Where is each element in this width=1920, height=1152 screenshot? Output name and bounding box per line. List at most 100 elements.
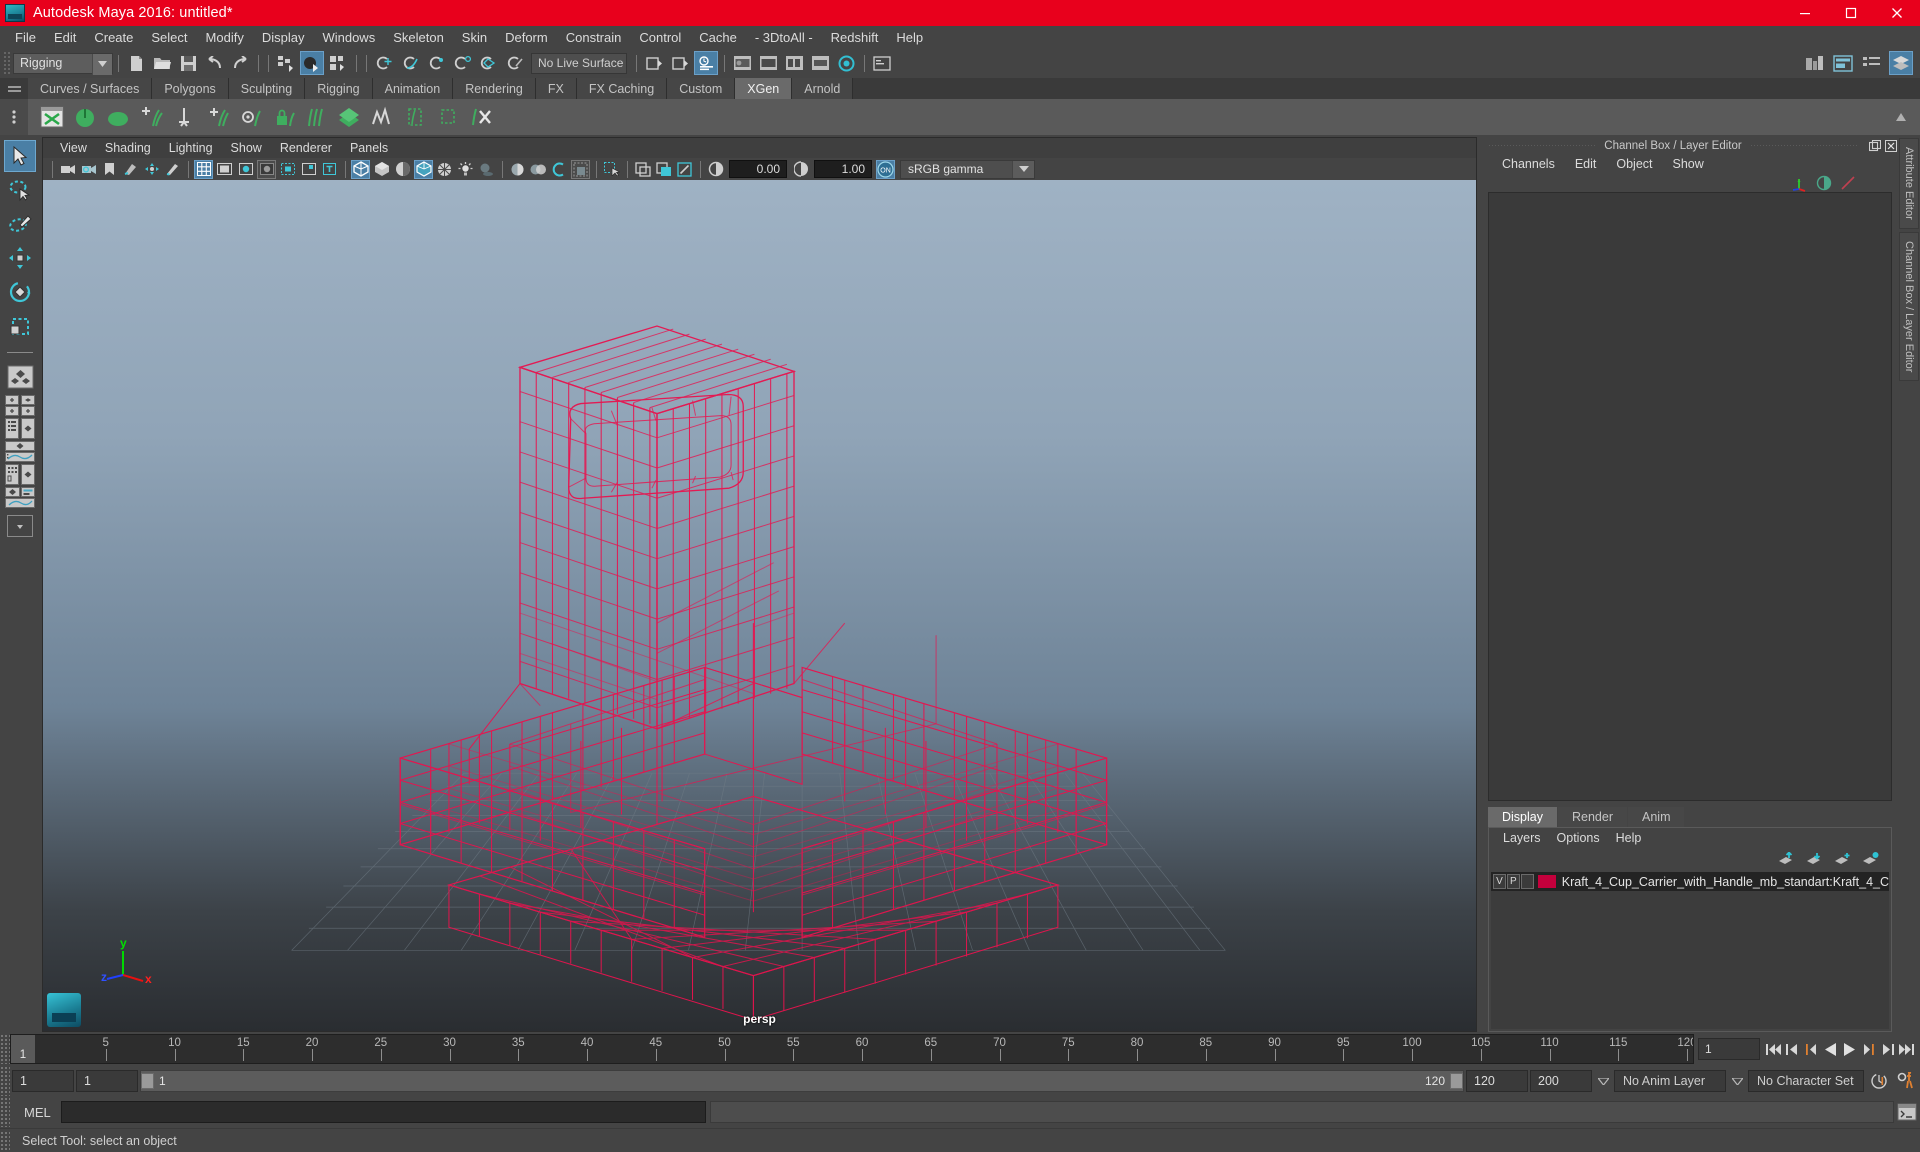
menu-constrain[interactable]: Constrain bbox=[557, 26, 631, 48]
shadows-icon[interactable] bbox=[477, 160, 496, 179]
image-plane-icon[interactable] bbox=[121, 160, 140, 179]
playback-start-time-field[interactable]: 1 bbox=[76, 1070, 138, 1092]
create-empty-layer-icon[interactable] bbox=[1834, 852, 1851, 866]
xgen-region-icon[interactable] bbox=[400, 102, 430, 132]
layout-persp-outliner-graph-icon[interactable] bbox=[3, 487, 37, 508]
snap-to-projected-center-icon[interactable] bbox=[450, 51, 474, 75]
time-slider-current-frame-marker[interactable]: 1 bbox=[11, 1035, 35, 1063]
transform-manipulator-icon[interactable] bbox=[1791, 175, 1808, 192]
layout-persp-graph-icon[interactable] bbox=[3, 441, 37, 462]
layer-playback-toggle[interactable]: P bbox=[1506, 874, 1520, 889]
close-panel-icon[interactable] bbox=[1884, 139, 1898, 153]
hide-history-icon[interactable] bbox=[668, 51, 692, 75]
use-all-lights-icon[interactable] bbox=[456, 160, 475, 179]
step-forward-button[interactable] bbox=[1879, 1038, 1896, 1060]
camera-attributes-icon[interactable] bbox=[79, 160, 98, 179]
maximize-button[interactable] bbox=[1828, 0, 1874, 26]
xgen-sphere-icon[interactable] bbox=[103, 102, 133, 132]
text-overlay-icon[interactable] bbox=[320, 160, 339, 179]
layer-list[interactable]: V P Kraft_4_Cup_Carrier_with_Handle_mb_s… bbox=[1491, 872, 1889, 1029]
shelf-tab-rigging[interactable]: Rigging bbox=[305, 78, 373, 99]
menu-create[interactable]: Create bbox=[85, 26, 142, 48]
snap-to-curve-icon[interactable] bbox=[398, 51, 422, 75]
layout-hypershade-persp-icon[interactable] bbox=[3, 464, 37, 485]
gamma-field[interactable]: 1.00 bbox=[814, 160, 872, 178]
channel-box-menu-object[interactable]: Object bbox=[1606, 154, 1662, 174]
side-tab-channel-box-layer-editor[interactable]: Channel Box / Layer Editor bbox=[1899, 231, 1919, 382]
occlusion-icon[interactable] bbox=[508, 160, 527, 179]
tool-rotate[interactable] bbox=[4, 276, 36, 308]
show-hide-tool-settings-icon[interactable] bbox=[1860, 51, 1884, 75]
menu-windows[interactable]: Windows bbox=[313, 26, 384, 48]
status-line-grip[interactable] bbox=[3, 51, 10, 75]
show-hide-modeling-toolkit-icon[interactable] bbox=[1802, 51, 1826, 75]
go-to-end-button[interactable] bbox=[1898, 1038, 1915, 1060]
exposure-reset-icon[interactable] bbox=[706, 160, 725, 179]
anti-aliasing-icon[interactable] bbox=[550, 160, 569, 179]
tool-move[interactable] bbox=[4, 242, 36, 274]
anim-layer-selector[interactable]: No Anim Layer bbox=[1614, 1070, 1726, 1092]
layer-menu-layers[interactable]: Layers bbox=[1495, 828, 1549, 848]
menu-3dtoall[interactable]: - 3DtoAll - bbox=[746, 26, 822, 48]
shelf-tab-arnold[interactable]: Arnold bbox=[792, 78, 854, 99]
shelf-tab-fx[interactable]: FX bbox=[535, 78, 577, 99]
anim-layer-dropdown-arrow[interactable] bbox=[1594, 1070, 1612, 1092]
xgen-editor-icon[interactable] bbox=[37, 102, 67, 132]
playback-end-time-field[interactable]: 120 bbox=[1466, 1070, 1528, 1092]
minimize-button[interactable] bbox=[1782, 0, 1828, 26]
current-frame-field[interactable]: 1 bbox=[1698, 1038, 1760, 1060]
undo-icon[interactable] bbox=[202, 51, 226, 75]
range-slider-grip[interactable] bbox=[0, 1066, 10, 1096]
new-scene-icon[interactable] bbox=[124, 51, 148, 75]
layout-outliner-persp-icon[interactable] bbox=[3, 418, 37, 439]
shelf-tab-rendering[interactable]: Rendering bbox=[453, 78, 536, 99]
tool-paint-select[interactable] bbox=[4, 208, 36, 240]
move-layer-up-icon[interactable] bbox=[1778, 852, 1795, 866]
viewport-menu-panels[interactable]: Panels bbox=[341, 138, 397, 158]
tool-lasso-select[interactable] bbox=[4, 174, 36, 206]
layer-menu-options[interactable]: Options bbox=[1549, 828, 1608, 848]
menu-help[interactable]: Help bbox=[887, 26, 932, 48]
layer-tab-anim[interactable]: Anim bbox=[1628, 807, 1685, 827]
show-hide-attribute-editor-icon[interactable] bbox=[1831, 51, 1855, 75]
xgen-density-icon[interactable] bbox=[301, 102, 331, 132]
animation-preferences-icon[interactable] bbox=[1894, 1069, 1920, 1093]
menu-modify[interactable]: Modify bbox=[197, 26, 253, 48]
grid-toggle-icon[interactable] bbox=[194, 159, 213, 179]
film-gate-icon[interactable] bbox=[215, 160, 234, 179]
create-layer-from-selected-icon[interactable] bbox=[1862, 852, 1879, 866]
close-button[interactable] bbox=[1874, 0, 1920, 26]
shelf-options-icon[interactable] bbox=[0, 99, 28, 135]
layer-row[interactable]: V P Kraft_4_Cup_Carrier_with_Handle_mb_s… bbox=[1491, 872, 1889, 891]
shelf-tab-animation[interactable]: Animation bbox=[372, 78, 454, 99]
menu-select[interactable]: Select bbox=[142, 26, 196, 48]
tool-select[interactable] bbox=[4, 140, 36, 172]
viewport-menu-view[interactable]: View bbox=[51, 138, 96, 158]
grease-pencil-icon[interactable] bbox=[163, 160, 182, 179]
render-view-icon[interactable] bbox=[694, 51, 718, 75]
select-by-object-icon[interactable] bbox=[300, 51, 324, 75]
panel-grip-right[interactable] bbox=[1749, 145, 1859, 146]
shelf-scroll-up-icon[interactable] bbox=[1886, 102, 1916, 132]
layer-color-swatch[interactable] bbox=[1536, 874, 1557, 889]
select-by-hierarchy-icon[interactable] bbox=[274, 51, 298, 75]
isolate-select-icon[interactable] bbox=[602, 160, 621, 179]
channel-box-content[interactable] bbox=[1488, 192, 1892, 801]
select-by-component-icon[interactable] bbox=[326, 51, 350, 75]
channel-speed-icon[interactable] bbox=[1840, 175, 1856, 191]
previous-key-button[interactable] bbox=[1803, 1038, 1820, 1060]
menu-cache[interactable]: Cache bbox=[690, 26, 746, 48]
menu-display[interactable]: Display bbox=[253, 26, 314, 48]
help-line-grip[interactable] bbox=[0, 1130, 10, 1151]
xgen-noise-icon[interactable] bbox=[367, 102, 397, 132]
hypershade-icon[interactable] bbox=[834, 51, 858, 75]
display-textures-icon[interactable] bbox=[633, 160, 652, 179]
layer-visibility-toggle[interactable]: V bbox=[1493, 874, 1506, 889]
command-result-field[interactable] bbox=[709, 1101, 1894, 1123]
bookmark-icon[interactable] bbox=[100, 160, 119, 179]
show-hide-channel-box-icon[interactable] bbox=[1889, 51, 1913, 75]
character-set-selector[interactable]: No Character Set bbox=[1748, 1070, 1864, 1092]
exposure-control-icon[interactable] bbox=[278, 160, 297, 179]
menu-file[interactable]: File bbox=[6, 26, 45, 48]
shelf-tab-curves-surfaces[interactable]: Curves / Surfaces bbox=[28, 78, 153, 99]
